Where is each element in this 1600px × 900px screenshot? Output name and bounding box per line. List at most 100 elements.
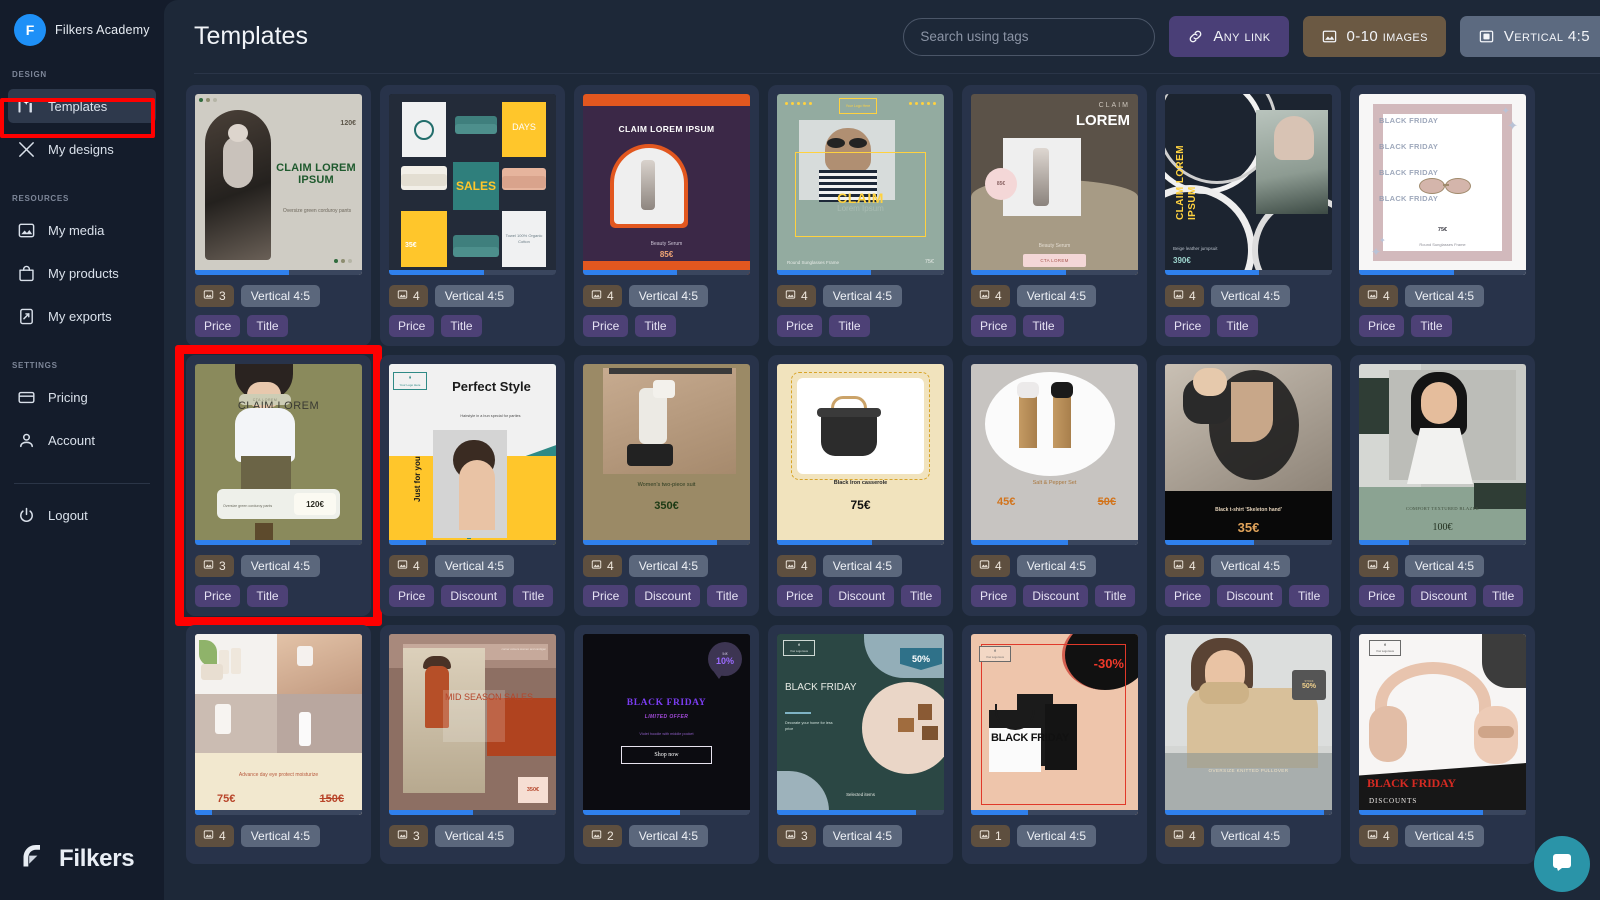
search-input[interactable] bbox=[903, 18, 1155, 56]
template-meta: 4 Vertical 4:5 bbox=[777, 555, 944, 577]
sidebar-item-logout[interactable]: Logout bbox=[8, 498, 156, 532]
filter-any-link[interactable]: Any link bbox=[1169, 16, 1288, 57]
image-count-value: 4 bbox=[1189, 289, 1196, 303]
template-thumbnail[interactable]: BLACK FRIDAYBLACK FRIDAYBLACK FRIDAYBLAC… bbox=[1359, 94, 1526, 275]
template-tag[interactable]: Price bbox=[777, 585, 822, 607]
template-card[interactable]: ❛Your Logo Here 50% BLACK FRIDAY Decorat… bbox=[768, 625, 953, 864]
template-card[interactable]: 54€ 10% BLACK FRIDAY LIMITED OFFER Viole… bbox=[574, 625, 759, 864]
sidebar-item-account[interactable]: Account bbox=[8, 423, 156, 457]
template-thumbnail[interactable]: Women's two-piece suit 350€ bbox=[583, 364, 750, 545]
image-count-badge: 4 bbox=[971, 555, 1010, 577]
template-tag[interactable]: Price bbox=[971, 585, 1016, 607]
template-tag[interactable]: Title bbox=[1289, 585, 1329, 607]
template-card[interactable]: COMFORT TEXTURED BLAZER 100€ 4 Vertical … bbox=[1350, 355, 1535, 616]
template-tag[interactable]: Price bbox=[777, 315, 822, 337]
template-thumbnail[interactable]: Black Iron casserole 75€ bbox=[777, 364, 944, 545]
template-tag[interactable]: Price bbox=[1165, 585, 1210, 607]
template-card[interactable]: Black t-shirt 'Skeleton hand' 35€ 4 Vert… bbox=[1156, 355, 1341, 616]
template-tag[interactable]: Title bbox=[1217, 315, 1257, 337]
sidebar-item-my-designs[interactable]: My designs bbox=[8, 132, 156, 166]
template-tag[interactable]: Price bbox=[1359, 315, 1404, 337]
template-thumbnail[interactable]: ❛Your Logo Here Perfect Style Hairstyle … bbox=[389, 364, 556, 545]
image-count-value: 4 bbox=[413, 559, 420, 573]
template-progress-bar bbox=[777, 810, 944, 815]
template-card[interactable]: Advance day eye protect moisturize 75€ 1… bbox=[186, 625, 371, 864]
template-card[interactable]: ❛Your Logo Here BLACK FRIDAY DISCOUNTS bbox=[1350, 625, 1535, 864]
template-card[interactable]: Women's two-piece suit 350€ 4 Vertical 4… bbox=[574, 355, 759, 616]
template-tag[interactable]: Title bbox=[1023, 315, 1063, 337]
sidebar-item-my-exports[interactable]: My exports bbox=[8, 299, 156, 333]
template-tag[interactable]: Price bbox=[583, 315, 628, 337]
image-count-badge: 3 bbox=[777, 825, 816, 847]
template-tag[interactable]: Price bbox=[1165, 315, 1210, 337]
template-thumbnail[interactable]: CLAIM LOREM IPSUM Beige leather jumpsuit… bbox=[1165, 94, 1332, 275]
template-card[interactable]: Your Logo Here CLAIM Lorem Ipsum Round S… bbox=[768, 85, 953, 346]
template-card[interactable]: ❛Your Logo Here -30% BLACK FRIDAY bbox=[962, 625, 1147, 864]
template-card[interactable]: corner colours women and cardigan MID SE… bbox=[380, 625, 565, 864]
sidebar-item-my-media[interactable]: My media bbox=[8, 213, 156, 247]
template-thumbnail[interactable]: ❛Your Logo Here 50% BLACK FRIDAY Decorat… bbox=[777, 634, 944, 815]
template-tag[interactable]: Price bbox=[389, 585, 434, 607]
chat-widget-button[interactable] bbox=[1534, 836, 1590, 892]
template-thumbnail[interactable]: STOCK50% OVERSIZE KNITTED PULLOVER bbox=[1165, 634, 1332, 815]
template-tag[interactable]: Price bbox=[1359, 585, 1404, 607]
template-thumbnail[interactable]: CLAIM LOREM 85€ Beauty Serum CTA LOREM bbox=[971, 94, 1138, 275]
image-count-badge: 4 bbox=[389, 555, 428, 577]
template-tag[interactable]: Title bbox=[247, 315, 287, 337]
template-tag[interactable]: Title bbox=[513, 585, 553, 607]
template-thumbnail[interactable]: 120€ CLAIM LOREM IPSUM Oversize green co… bbox=[195, 94, 362, 275]
template-thumbnail[interactable]: CLAIM LOREM IPSUM Beauty Serum 85€ bbox=[583, 94, 750, 275]
template-tag[interactable]: Title bbox=[1483, 585, 1523, 607]
template-card[interactable]: Salt & Pepper Set 45€ 50€ 4 Vertical 4:5… bbox=[962, 355, 1147, 616]
template-thumbnail[interactable]: ❛Your Logo Here -30% BLACK FRIDAY bbox=[971, 634, 1138, 815]
template-tag[interactable]: Title bbox=[1095, 585, 1135, 607]
filter-image-count[interactable]: 0-10 images bbox=[1303, 16, 1446, 57]
template-tag[interactable]: Title bbox=[901, 585, 941, 607]
sidebar-item-pricing[interactable]: Pricing bbox=[8, 380, 156, 414]
template-tag[interactable]: Title bbox=[707, 585, 747, 607]
template-tag[interactable]: Title bbox=[635, 315, 675, 337]
template-tag[interactable]: Title bbox=[1411, 315, 1451, 337]
template-card[interactable]: ❛Your Logo Here Perfect Style Hairstyle … bbox=[380, 355, 565, 616]
template-tag[interactable]: Price bbox=[195, 585, 240, 607]
template-tag[interactable]: Title bbox=[441, 315, 481, 337]
template-thumbnail[interactable]: COMFORT TEXTURED BLAZER 100€ bbox=[1359, 364, 1526, 545]
template-tag[interactable]: Discount bbox=[635, 585, 700, 607]
template-thumbnail[interactable]: ❛Your Logo Here BLACK FRIDAY DISCOUNTS bbox=[1359, 634, 1526, 815]
template-thumbnail[interactable]: Black t-shirt 'Skeleton hand' 35€ bbox=[1165, 364, 1332, 545]
template-card[interactable]: CTA LOREM CLAIM LOREM Oversize green cor… bbox=[186, 355, 371, 616]
template-tag[interactable]: Title bbox=[829, 315, 869, 337]
sidebar-item-my-products[interactable]: My products bbox=[8, 256, 156, 290]
template-tag[interactable]: Price bbox=[389, 315, 434, 337]
ratio-badge: Vertical 4:5 bbox=[823, 825, 902, 847]
template-meta: 4 Vertical 4:5 bbox=[583, 285, 750, 307]
template-tag[interactable]: Discount bbox=[1023, 585, 1088, 607]
template-meta: 4 Vertical 4:5 bbox=[1359, 555, 1526, 577]
template-thumbnail[interactable]: 54€ 10% BLACK FRIDAY LIMITED OFFER Viole… bbox=[583, 634, 750, 815]
template-thumbnail[interactable]: DAYS SALES 35€ Towel 100% Organic Cotton bbox=[389, 94, 556, 275]
template-card[interactable]: Black Iron casserole 75€ 4 Vertical 4:5 … bbox=[768, 355, 953, 616]
template-tag[interactable]: Price bbox=[971, 315, 1016, 337]
sidebar-item-templates[interactable]: Templates bbox=[8, 89, 156, 123]
template-tag[interactable]: Discount bbox=[1411, 585, 1476, 607]
filter-ratio[interactable]: Vertical 4:5 bbox=[1460, 16, 1600, 57]
template-tag[interactable]: Discount bbox=[829, 585, 894, 607]
template-thumbnail[interactable]: CTA LOREM CLAIM LOREM Oversize green cor… bbox=[195, 364, 362, 545]
template-card[interactable]: DAYS SALES 35€ Towel 100% Organic Cotton bbox=[380, 85, 565, 346]
template-thumbnail[interactable]: Salt & Pepper Set 45€ 50€ bbox=[971, 364, 1138, 545]
template-card[interactable]: CLAIM LOREM IPSUM Beauty Serum 85€ 4 Ve bbox=[574, 85, 759, 346]
template-card[interactable]: CLAIM LOREM 85€ Beauty Serum CTA LOREM 4 bbox=[962, 85, 1147, 346]
template-card[interactable]: BLACK FRIDAYBLACK FRIDAYBLACK FRIDAYBLAC… bbox=[1350, 85, 1535, 346]
template-tag[interactable]: Price bbox=[195, 315, 240, 337]
template-card[interactable]: STOCK50% OVERSIZE KNITTED PULLOVER 4 Ver… bbox=[1156, 625, 1341, 864]
template-thumbnail[interactable]: corner colours women and cardigan MID SE… bbox=[389, 634, 556, 815]
template-tag[interactable]: Discount bbox=[1217, 585, 1282, 607]
image-count-badge: 4 bbox=[389, 285, 428, 307]
template-tag[interactable]: Title bbox=[247, 585, 287, 607]
template-tag[interactable]: Discount bbox=[441, 585, 506, 607]
template-card[interactable]: 120€ CLAIM LOREM IPSUM Oversize green co… bbox=[186, 85, 371, 346]
template-card[interactable]: CLAIM LOREM IPSUM Beige leather jumpsuit… bbox=[1156, 85, 1341, 346]
template-thumbnail[interactable]: Advance day eye protect moisturize 75€ 1… bbox=[195, 634, 362, 815]
template-thumbnail[interactable]: Your Logo Here CLAIM Lorem Ipsum Round S… bbox=[777, 94, 944, 275]
template-tag[interactable]: Price bbox=[583, 585, 628, 607]
